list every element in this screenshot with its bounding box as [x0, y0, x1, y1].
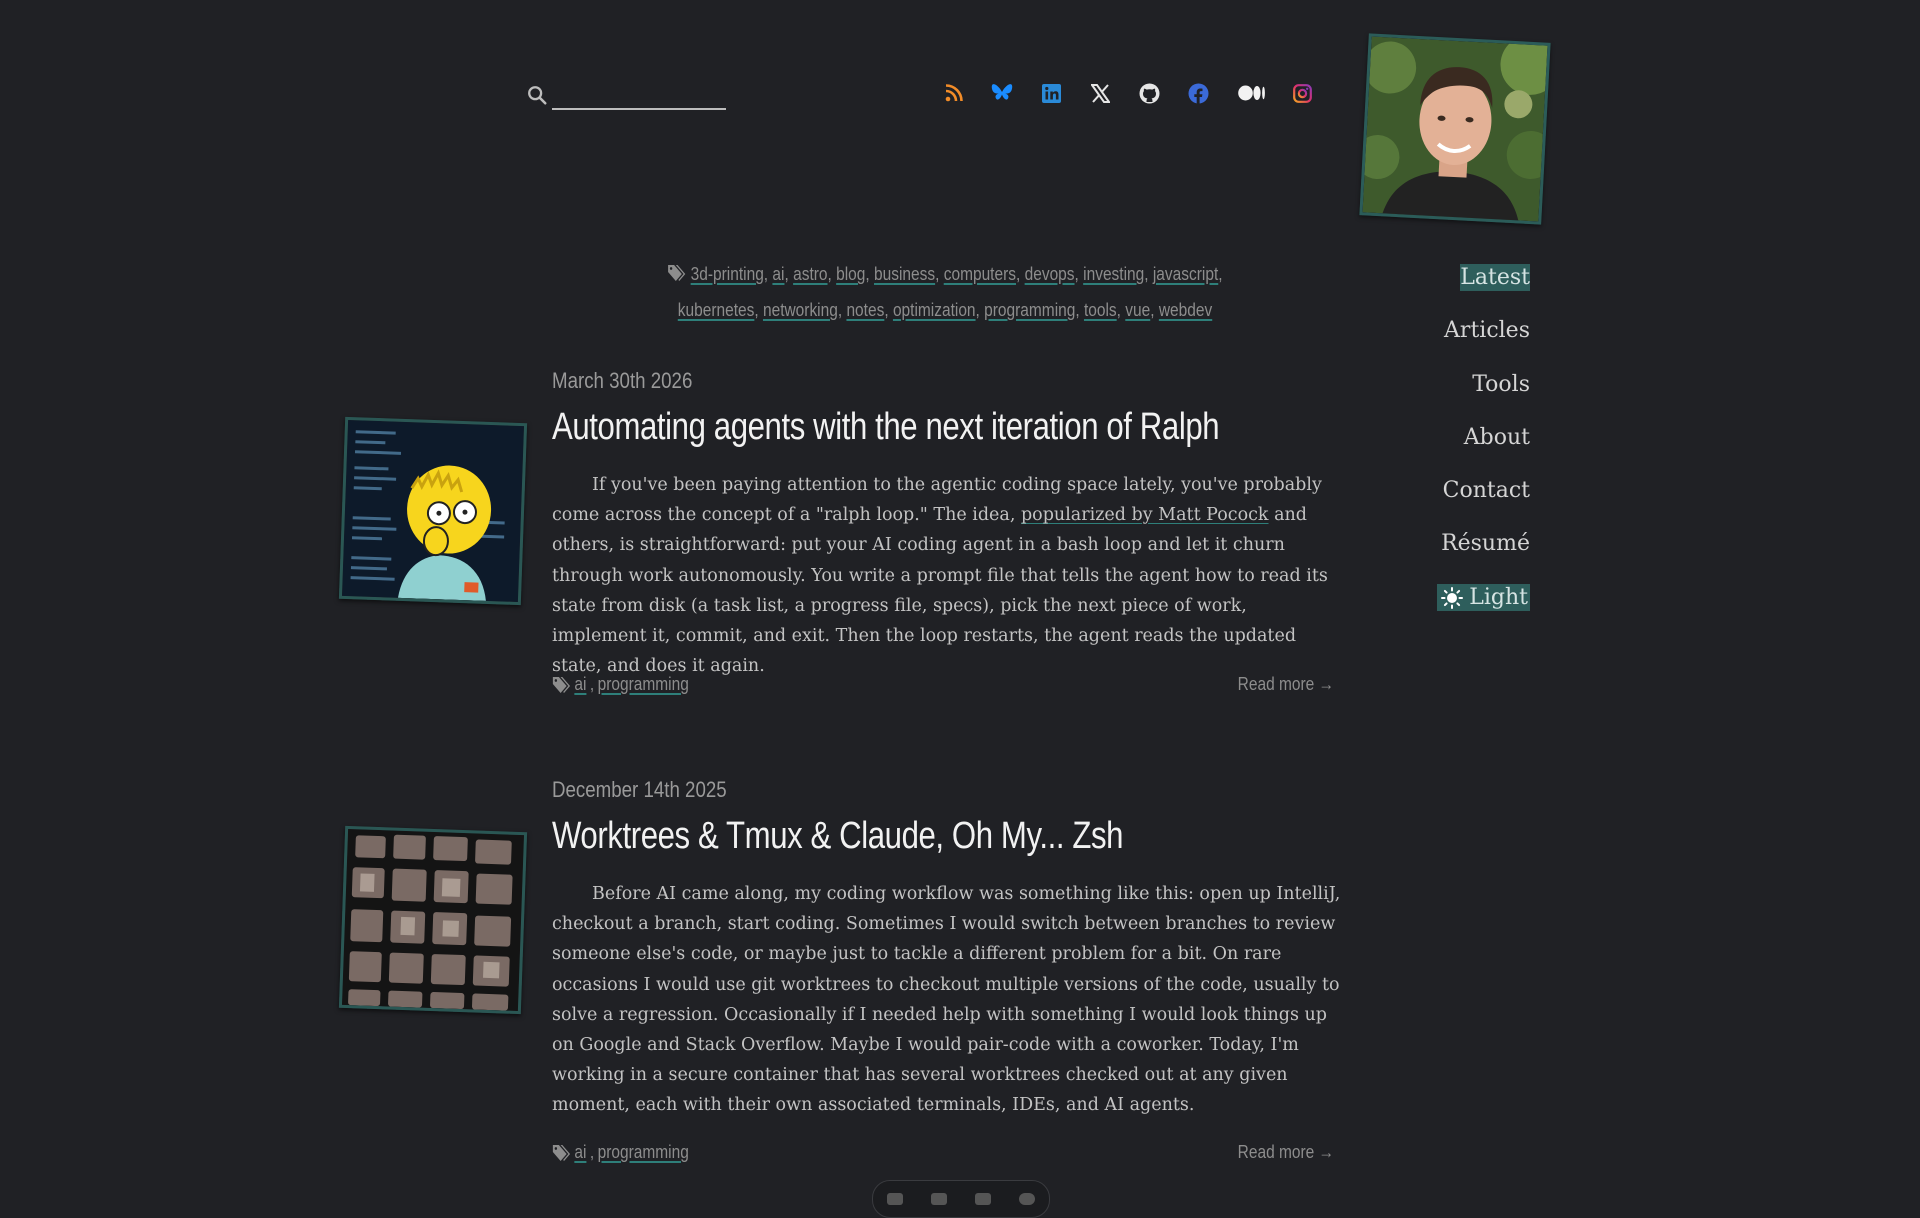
rss-icon[interactable] — [943, 82, 965, 104]
nav-tools[interactable]: Tools — [1472, 371, 1530, 398]
avatar[interactable] — [1359, 33, 1551, 225]
tag-link[interactable]: tools — [1084, 300, 1117, 320]
theme-toggle-label: Light — [1469, 585, 1528, 610]
tag-link[interactable]: blog — [836, 264, 865, 284]
tag-link[interactable]: networking — [763, 300, 838, 320]
tags-icon — [552, 676, 571, 693]
tag-link[interactable]: astro — [793, 264, 827, 284]
nav-articles[interactable]: Articles — [1444, 317, 1530, 344]
tag-link[interactable]: 3d-printing — [691, 264, 764, 284]
post-excerpt: If you've been paying attention to the a… — [552, 470, 1342, 681]
post-date: March 30th 2026 — [552, 368, 693, 393]
x-icon[interactable] — [1089, 82, 1111, 104]
post-thumbnail[interactable] — [338, 416, 528, 606]
tag-link[interactable]: computers — [944, 264, 1016, 284]
nav-resume[interactable]: Résumé — [1441, 530, 1530, 557]
floating-toolbar — [872, 1180, 1050, 1218]
tag-link[interactable]: vue — [1125, 300, 1150, 320]
tag-link[interactable]: devops — [1025, 264, 1075, 284]
post-excerpt: Before AI came along, my coding workflow… — [552, 884, 1341, 1116]
tag-link[interactable]: ai — [574, 674, 586, 695]
facebook-icon[interactable] — [1187, 82, 1209, 104]
tag-link[interactable]: programming — [598, 1142, 689, 1163]
search-icon[interactable] — [526, 84, 548, 106]
post-tags: ai, programming — [552, 1142, 689, 1163]
tag-link[interactable]: ai — [772, 264, 784, 284]
toolbar-icon[interactable] — [931, 1193, 947, 1205]
post-thumbnail[interactable] — [338, 825, 528, 1015]
tag-link[interactable]: notes — [846, 300, 884, 320]
toolbar-icon[interactable] — [975, 1193, 991, 1205]
nav-about[interactable]: About — [1464, 424, 1530, 451]
linkedin-icon[interactable] — [1040, 82, 1062, 104]
excerpt-link[interactable]: popularized by Matt Pocock — [1021, 505, 1269, 525]
read-more-link[interactable]: Read more → — [1238, 1142, 1334, 1163]
tag-link[interactable]: javascript — [1153, 264, 1218, 284]
post-title[interactable]: Worktrees & Tmux & Claude, Oh My... Zsh — [552, 815, 1123, 858]
tag-link[interactable]: optimization — [893, 300, 976, 320]
settings-icon[interactable] — [1019, 1193, 1035, 1205]
medium-icon[interactable] — [1238, 82, 1266, 104]
theme-toggle[interactable]: Light — [1437, 584, 1530, 611]
tag-link[interactable]: kubernetes — [678, 300, 755, 320]
nav-contact[interactable]: Contact — [1443, 477, 1530, 504]
tags-icon — [552, 1144, 571, 1161]
tags-icon — [668, 265, 686, 281]
tag-link[interactable]: webdev — [1159, 300, 1212, 320]
tag-link[interactable]: ai — [574, 1142, 586, 1163]
tag-link[interactable]: investing — [1083, 264, 1144, 284]
sun-icon — [1441, 586, 1464, 609]
instagram-icon[interactable] — [1291, 82, 1313, 104]
search-input[interactable] — [552, 78, 726, 110]
post-tags: ai, programming — [552, 674, 689, 695]
nav-latest[interactable]: Latest — [1460, 264, 1530, 291]
read-more-link[interactable]: Read more → — [1238, 674, 1334, 695]
post-excerpt-text: and others, is straightforward: put your… — [552, 505, 1328, 677]
bluesky-icon[interactable] — [991, 82, 1013, 104]
tag-link[interactable]: programming — [984, 300, 1075, 320]
tag-cloud: 3d-printing, ai, astro, blog, business, … — [648, 256, 1241, 328]
post-title[interactable]: Automating agents with the next iteratio… — [552, 406, 1220, 449]
github-icon[interactable] — [1138, 82, 1160, 104]
tag-link[interactable]: programming — [598, 674, 689, 695]
toolbar-icon[interactable] — [887, 1193, 903, 1205]
post-date: December 14th 2025 — [552, 777, 727, 802]
tag-link[interactable]: business — [874, 264, 935, 284]
